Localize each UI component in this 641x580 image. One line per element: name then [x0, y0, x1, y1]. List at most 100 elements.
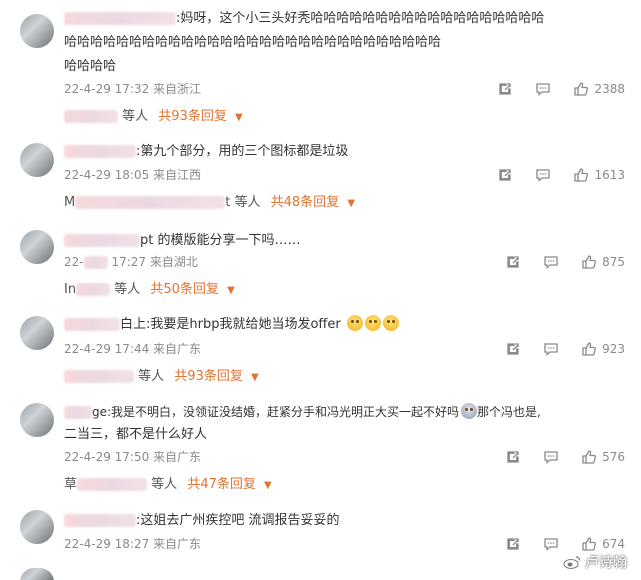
caret-down-icon: ▼ [264, 480, 272, 491]
comment-button[interactable] [543, 254, 559, 270]
comment-button[interactable] [543, 341, 559, 357]
weibo-logo-icon [563, 556, 581, 569]
avatar[interactable] [20, 510, 54, 544]
share-icon [507, 538, 519, 550]
avatar[interactable] [20, 143, 54, 177]
reply-count[interactable]: 共93条回复 [158, 109, 227, 124]
comment-actions: 674 [505, 535, 625, 553]
reply-user-fragment: 草 [64, 477, 78, 492]
like-count: 1613 [594, 168, 625, 182]
comment-actions: 576 [505, 448, 625, 466]
like-button[interactable]: 674 [581, 536, 625, 552]
blurred-username[interactable] [64, 514, 136, 527]
blurred-username[interactable] [64, 12, 176, 25]
avatar[interactable] [20, 403, 54, 437]
reply-user-fragment: In [64, 282, 77, 297]
blurred-username [77, 478, 148, 491]
like-button[interactable]: 875 [581, 254, 625, 270]
caret-down-icon: ▼ [250, 372, 259, 383]
comment-text: 那个冯也是, [477, 405, 541, 419]
comment-meta: 22-4-29 17:50 来自广东 [64, 450, 202, 464]
avatar[interactable] [20, 316, 54, 350]
avatar[interactable] [20, 230, 54, 264]
blurred-username[interactable] [64, 406, 92, 419]
comment-list: :妈呀，这个小三头好秃哈哈哈哈哈哈哈哈哈哈哈哈哈哈哈哈哈哈 哈哈哈哈哈哈哈哈哈哈… [0, 0, 641, 580]
share-button[interactable] [505, 536, 521, 552]
weibo-watermark: 卢诗翰 [563, 552, 627, 572]
share-button[interactable] [505, 254, 521, 270]
like-count: 674 [602, 537, 625, 551]
comment-button[interactable] [543, 536, 559, 552]
blurred-username[interactable] [64, 145, 136, 158]
like-button[interactable]: 2388 [573, 81, 625, 97]
reply-count[interactable]: 共47条回复 [187, 477, 256, 492]
reply-summary[interactable]: 等人 共93条回复 ▼ [64, 107, 243, 127]
reply-summary[interactable]: 草 等人 共47条回复 ▼ [64, 475, 272, 495]
comment-button[interactable] [535, 81, 551, 97]
comment-text: :第九个部分，用的三个图标都是垃圾 [136, 144, 349, 159]
comment-meta: 22-4-29 18:27 来自广东 [64, 537, 202, 551]
comment-text-line: :妈呀，这个小三头好秃哈哈哈哈哈哈哈哈哈哈哈哈哈哈哈哈哈哈 [64, 8, 625, 30]
comment-text-line: :这姐去广州疾控吧 流调报告妥妥的 [64, 510, 625, 532]
like-button[interactable]: 923 [581, 341, 625, 357]
share-icon [507, 256, 519, 268]
comment-icon [544, 256, 558, 269]
share-icon [507, 451, 519, 463]
like-button[interactable]: 576 [581, 449, 625, 465]
reply-user-fragment: M [64, 195, 76, 210]
blurred-text [83, 256, 108, 269]
sad-emoji-icon [461, 403, 478, 419]
reply-summary[interactable]: 等人 共93条回复 ▼ [64, 367, 259, 387]
like-count: 875 [602, 255, 625, 269]
comment-text: 哈哈哈哈哈哈哈哈哈哈哈哈哈哈哈哈哈哈哈哈哈哈哈哈哈哈哈哈哈 [64, 35, 442, 50]
comment-text-line: pt 的模版能分享一下吗…… [64, 230, 625, 252]
reply-users: 等人 [234, 195, 261, 210]
blurred-username[interactable] [64, 234, 140, 247]
caret-down-icon: ▼ [347, 198, 356, 209]
username-fragment: ge [92, 405, 107, 419]
reply-count[interactable]: 共48条回复 [271, 195, 340, 210]
comment-text-line: 哈哈哈哈哈哈哈哈哈哈哈哈哈哈哈哈哈哈哈哈哈哈哈哈哈哈哈哈哈 [64, 32, 625, 54]
blurred-username [64, 370, 134, 383]
comment-button[interactable] [535, 167, 551, 183]
comment-actions: 2388 [497, 80, 625, 98]
comment-meta: 22-4-29 18:05 来自江西 [64, 168, 202, 182]
thumbs-up-icon [582, 255, 597, 269]
reply-summary[interactable]: Mt 等人 共48条回复 ▼ [64, 193, 355, 213]
blurred-username [75, 196, 226, 209]
username-fragment: 白上 [120, 317, 147, 332]
avatar[interactable] [20, 14, 54, 48]
comment-icon [544, 538, 558, 551]
avatar[interactable] [20, 568, 54, 580]
blurred-username [76, 283, 111, 296]
reply-user-fragment: t [225, 195, 231, 210]
share-button[interactable] [497, 81, 513, 97]
reply-count[interactable]: 共50条回复 [150, 282, 219, 297]
comment-text: :我是不明白，没领证没结婚，赶紧分手和冯光明正大买一起不好吗 [107, 405, 460, 419]
reply-count[interactable]: 共93条回复 [174, 369, 243, 384]
comment-text-line: 白上:我要是hrbp我就给她当场发offer [64, 314, 625, 336]
share-button[interactable] [505, 449, 521, 465]
comment-text-line: :第九个部分，用的三个图标都是垃圾 [64, 141, 625, 163]
share-button[interactable] [505, 341, 521, 357]
comment-actions: 1613 [497, 166, 625, 184]
share-button[interactable] [497, 167, 513, 183]
blurred-username [64, 110, 118, 123]
share-icon [499, 169, 512, 181]
comment-text: 哈哈哈哈 [64, 59, 117, 74]
comment-button[interactable] [543, 449, 559, 465]
date-fragment: 22- [64, 255, 84, 269]
blurred-username[interactable] [64, 318, 120, 331]
watermark-text: 卢诗翰 [585, 555, 627, 571]
reply-summary[interactable]: In 等人 共50条回复 ▼ [64, 280, 235, 300]
comment-text: pt 的模版能分享一下吗…… [140, 233, 301, 248]
share-icon [507, 343, 519, 355]
comment-text: :我要是hrbp我就给她当场发offer [146, 317, 341, 332]
thumbs-up-icon [582, 537, 597, 551]
comment-text-line: ge:我是不明白，没领证没结婚，赶紧分手和冯光明正大买一起不好吗 那个冯也是, [64, 401, 625, 423]
comment-meta: 22- 17:27 来自湖北 [64, 253, 198, 271]
comment-text: 二当三，都不是什么好人 [64, 427, 208, 442]
like-button[interactable]: 1613 [573, 167, 625, 183]
comment-actions: 875 [505, 253, 625, 271]
reply-users: 等人 [151, 477, 178, 492]
